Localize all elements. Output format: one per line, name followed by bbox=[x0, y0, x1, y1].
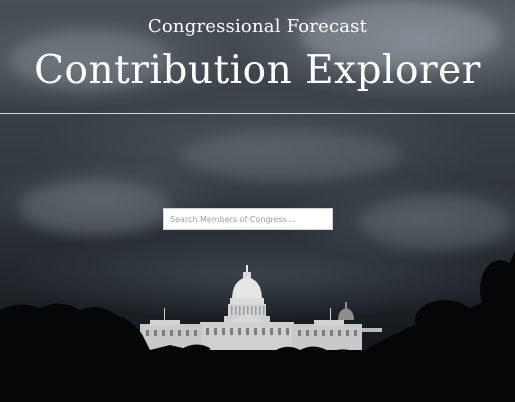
search-input[interactable] bbox=[163, 208, 333, 230]
cloud-shape bbox=[360, 195, 510, 250]
page-header: Congressional Forecast Contribution Expl… bbox=[0, 0, 515, 113]
capitol-building bbox=[140, 265, 382, 356]
landing-page: Congressional Forecast Contribution Expl… bbox=[0, 0, 515, 402]
header-divider bbox=[0, 113, 515, 114]
cloud-shape bbox=[180, 130, 400, 180]
site-subtitle: Congressional Forecast bbox=[147, 16, 368, 37]
capitol-skyline-image bbox=[0, 250, 515, 402]
page-title: Contribution Explorer bbox=[34, 48, 481, 93]
cloud-shape bbox=[20, 180, 170, 235]
